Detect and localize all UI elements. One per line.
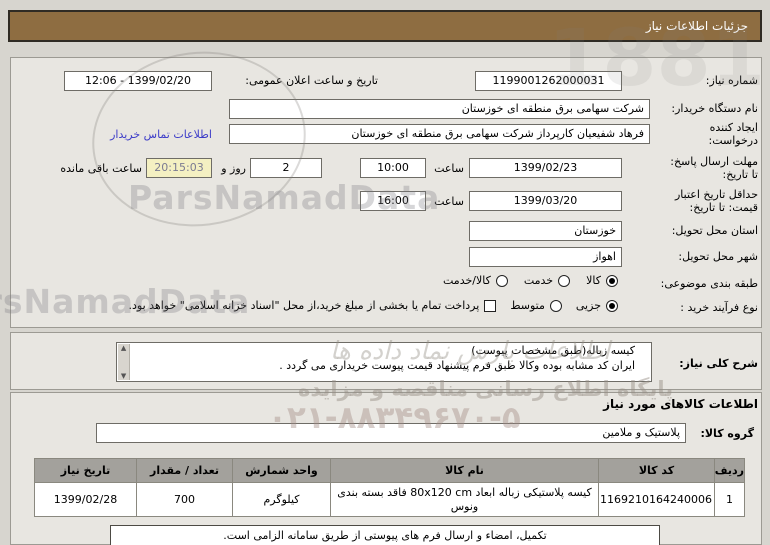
cell-quantity: 700 <box>136 482 233 517</box>
creator-label-line1: ایجاد کننده <box>709 121 758 134</box>
need-description-label: شرح کلی نیاز: <box>679 357 758 370</box>
option-partial[interactable]: جزیی <box>576 299 618 312</box>
option-medium[interactable]: متوسط <box>510 299 562 312</box>
scroll-up-icon[interactable]: ▲ <box>121 344 126 352</box>
reply-hour-label: ساعت <box>434 162 464 175</box>
radio-medium-icon[interactable] <box>549 299 562 312</box>
delivery-city-field[interactable]: اهواز <box>469 247 622 267</box>
goods-table-header-row: ردیف کد کالا نام کالا واحد شمارش تعداد /… <box>34 458 745 483</box>
price-validity-label-line1: حداقل تاریخ اعتبار <box>674 188 758 201</box>
creator-label-line2: درخواست: <box>708 134 758 147</box>
delivery-province-label: استان محل تحویل: <box>671 224 758 237</box>
page-title: جزئیات اطلاعات نیاز <box>8 10 762 42</box>
need-details-page: جزئیات اطلاعات نیاز شماره نیاز: 11990012… <box>0 0 770 545</box>
announce-datetime-field[interactable]: 1399/02/20 - 12:06 <box>64 71 212 91</box>
process-type-options: جزیی متوسط پرداخت تمام یا بخشی از مبلغ خ… <box>129 299 618 312</box>
mandatory-forms-note: تکمیل، امضاء و ارسال فرم های پیوستی از ط… <box>110 525 660 545</box>
classification-label: طبقه بندی موضوعی: <box>660 277 758 290</box>
reply-deadline-label-line2: تا تاریخ: <box>722 168 758 181</box>
radio-partial-icon[interactable] <box>606 299 618 312</box>
buyer-org-field[interactable]: شرکت سهامی برق منطقه ای خوزستان <box>229 99 650 119</box>
reply-deadline-date-field[interactable]: 1399/02/23 <box>469 158 622 178</box>
cell-need-date: 1399/02/28 <box>34 482 137 517</box>
need-number-field[interactable]: 1199001262000031 <box>475 71 622 91</box>
option-goods[interactable]: کالا <box>586 274 618 287</box>
col-row-no: ردیف <box>714 458 745 483</box>
validity-hour-label: ساعت <box>434 195 464 208</box>
option-goods-service[interactable]: کالا/خدمت <box>443 274 508 287</box>
remaining-days-field[interactable]: 2 <box>250 158 322 178</box>
col-item-code: کد کالا <box>598 458 715 483</box>
col-item-name: نام کالا <box>330 458 599 483</box>
col-quantity: تعداد / مقدار <box>136 458 233 483</box>
scroll-down-icon[interactable]: ▼ <box>121 372 126 380</box>
reply-deadline-time-field[interactable]: 10:00 <box>360 158 426 178</box>
radio-service-icon[interactable] <box>558 274 571 287</box>
cell-row-no: 1 <box>714 482 745 517</box>
col-unit: واحد شمارش <box>232 458 331 483</box>
announce-datetime-label: تاریخ و ساعت اعلان عمومی: <box>245 74 378 87</box>
goods-table: ردیف کد کالا نام کالا واحد شمارش تعداد /… <box>34 458 745 517</box>
goods-group-label: گروه کالا: <box>700 427 754 440</box>
goods-section-header: اطلاعات کالاهای مورد نیاز <box>603 397 758 411</box>
option-treasury-payment[interactable]: پرداخت تمام یا بخشی از مبلغ خرید،از محل … <box>129 299 497 312</box>
days-and-label: روز و <box>221 162 246 175</box>
need-description-textarea[interactable]: کیسه زباله(طبق مشخصات پیوست) ایران کد مش… <box>116 342 652 382</box>
cell-item-name: کیسه پلاستیکی زباله ابعاد 80x120 cm فاقد… <box>330 482 599 517</box>
remaining-suffix-label: ساعت باقی مانده <box>60 162 142 175</box>
textarea-scrollbar[interactable]: ▲ ▼ <box>118 344 130 380</box>
goods-group-field[interactable]: پلاستیک و ملامین <box>96 423 686 443</box>
cell-item-code: 1169210164240006 <box>598 482 715 517</box>
remaining-time-countdown: 20:15:03 <box>146 158 212 178</box>
radio-goods-icon[interactable] <box>606 274 618 287</box>
option-service[interactable]: خدمت <box>524 274 571 287</box>
buyer-contact-link[interactable]: اطلاعات تماس خریدار <box>110 128 212 141</box>
need-description-line1: کیسه زباله(طبق مشخصات پیوست) <box>471 344 635 357</box>
need-description-line2: ایران کد مشابه بوده وکالا طبق فرم پیشنها… <box>279 359 635 372</box>
process-type-label: نوع فرآیند خرید : <box>680 301 758 314</box>
cell-unit: کیلوگرم <box>232 482 331 517</box>
reply-deadline-label-line1: مهلت ارسال پاسخ: <box>670 155 758 168</box>
radio-goods-service-icon[interactable] <box>495 274 508 287</box>
need-number-label: شماره نیاز: <box>705 74 758 87</box>
delivery-city-label: شهر محل تحویل: <box>678 250 758 263</box>
creator-field[interactable]: فرهاد شفیعیان کارپرداز شرکت سهامی برق من… <box>229 124 650 144</box>
col-need-date: تاریخ نیاز <box>34 458 137 483</box>
price-validity-date-field[interactable]: 1399/03/20 <box>469 191 622 211</box>
price-validity-time-field[interactable]: 16:00 <box>360 191 426 211</box>
delivery-province-field[interactable]: خوزستان <box>469 221 622 241</box>
treasury-payment-checkbox[interactable] <box>484 299 497 312</box>
price-validity-label-line2: قیمت: تا تاریخ: <box>689 201 758 214</box>
buyer-org-label: نام دستگاه خریدار: <box>671 102 758 115</box>
classification-options: کالا خدمت کالا/خدمت <box>443 274 618 287</box>
goods-table-row: 1 1169210164240006 کیسه پلاستیکی زباله ا… <box>34 482 745 517</box>
